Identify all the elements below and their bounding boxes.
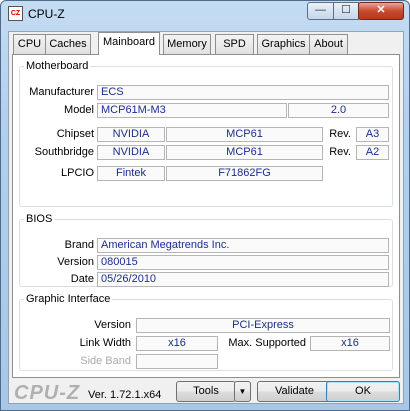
client-area: CPU Caches Mainboard Memory SPD Graphics…	[8, 31, 404, 404]
lpcio-label: LPCIO	[60, 167, 94, 179]
close-button[interactable]: ✕	[358, 2, 404, 20]
bottom-bar: CPU-Z Ver. 1.72.1.x64 Tools ▼ Validate O…	[9, 378, 403, 404]
tab-graphics[interactable]: Graphics	[257, 34, 310, 54]
minimize-button[interactable]: —	[307, 2, 334, 20]
bios-group: BIOS Brand American Megatrends Inc. Vers…	[19, 213, 393, 287]
cpuz-window: CZ CPU-Z — ☐ ✕ CPU Caches Mainboard Memo…	[0, 0, 410, 411]
cpuz-logo: CPU-Z	[14, 382, 81, 404]
bios-legend: BIOS	[26, 213, 53, 225]
southbridge-rev-label: Rev.	[329, 146, 351, 158]
side-band-label: Side Band	[80, 355, 131, 367]
model-label: Model	[64, 104, 94, 116]
mainboard-panel: Motherboard Manufacturer ECS Model MCP61…	[12, 54, 400, 378]
southbridge-name-value: MCP61	[166, 145, 323, 160]
tab-memory[interactable]: Memory	[163, 34, 211, 54]
tab-cpu[interactable]: CPU	[13, 34, 46, 54]
model-value: MCP61M-M3	[97, 103, 287, 118]
link-width-value: x16	[136, 336, 218, 351]
maximize-button[interactable]: ☐	[333, 2, 359, 20]
link-width-label: Link Width	[79, 337, 131, 349]
model-revision-value: 2.0	[288, 103, 389, 118]
motherboard-legend: Motherboard	[26, 60, 89, 72]
manufacturer-value: ECS	[97, 85, 389, 100]
side-band-value	[136, 354, 218, 369]
southbridge-rev-value: A2	[356, 145, 389, 160]
bios-date-value: 05/26/2010	[97, 272, 389, 287]
southbridge-vendor-value: NVIDIA	[97, 145, 165, 160]
bios-date-label: Date	[70, 273, 94, 285]
cpuz-app-icon: CZ	[8, 6, 23, 21]
graphic-version-value: PCI-Express	[136, 318, 390, 333]
chipset-rev-label: Rev.	[329, 128, 351, 140]
tab-caches[interactable]: Caches	[45, 34, 91, 54]
chipset-label: Chipset	[56, 128, 94, 140]
bios-brand-label: Brand	[64, 239, 94, 251]
motherboard-group: Motherboard Manufacturer ECS Model MCP61…	[19, 60, 393, 207]
graphic-interface-legend: Graphic Interface	[26, 293, 111, 305]
max-supported-value: x16	[310, 336, 390, 351]
chipset-name-value: MCP61	[166, 127, 323, 142]
chipset-vendor-value: NVIDIA	[97, 127, 165, 142]
southbridge-label: Southbridge	[34, 146, 94, 158]
chipset-rev-value: A3	[356, 127, 389, 142]
graphic-interface-group: Graphic Interface Version PCI-Express Li…	[19, 293, 393, 371]
tab-about[interactable]: About	[309, 34, 348, 54]
bios-version-label: Version	[57, 256, 94, 268]
lpcio-name-value: F71862FG	[166, 166, 323, 181]
version-text: Ver. 1.72.1.x64	[88, 389, 162, 401]
max-supported-label: Max. Supported	[228, 337, 306, 349]
tools-dropdown-arrow-icon[interactable]: ▼	[234, 381, 251, 402]
lpcio-vendor-value: Fintek	[97, 166, 165, 181]
bios-brand-value: American Megatrends Inc.	[97, 238, 389, 253]
ok-button[interactable]: OK	[326, 381, 400, 402]
manufacturer-label: Manufacturer	[29, 86, 94, 98]
tab-mainboard[interactable]: Mainboard	[98, 32, 160, 55]
graphic-version-label: Version	[94, 319, 131, 331]
tab-spd[interactable]: SPD	[215, 34, 254, 54]
window-title: CPU-Z	[28, 7, 65, 21]
tools-button[interactable]: Tools	[176, 381, 236, 402]
title-bar[interactable]: CZ CPU-Z — ☐ ✕	[1, 1, 409, 27]
validate-button[interactable]: Validate	[257, 381, 332, 402]
bios-version-value: 080015	[97, 255, 389, 270]
